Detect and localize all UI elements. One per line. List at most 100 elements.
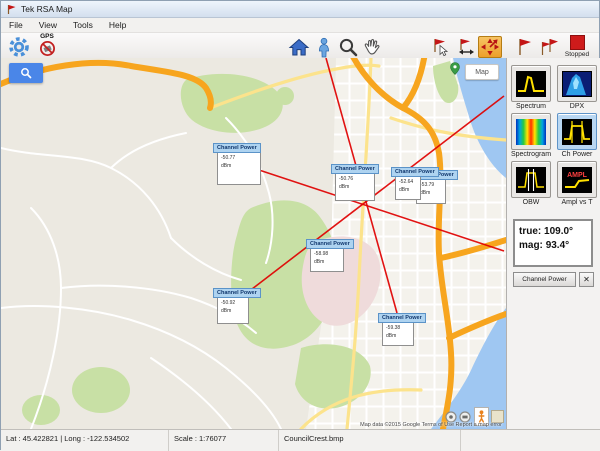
status-filename: CouncilCrest.bmp [279,430,461,451]
marker-body: -50.92 dBm [217,297,249,324]
ch-power-icon [562,119,592,145]
close-icon[interactable]: ✕ [579,272,594,287]
marker-title[interactable]: Channel Power [213,143,261,153]
menu-file[interactable]: File [1,18,31,32]
measurement-button-spectrum[interactable] [511,65,551,102]
gps-toggle-button[interactable]: GPS [33,33,61,60]
marker-unit: dBm [314,259,343,267]
marker-unit: dBm [399,187,420,195]
dpx-icon [562,71,592,97]
pan-tool-button[interactable] [360,36,384,58]
stopped-label: Stopped [565,51,589,58]
marker-title[interactable]: Channel Power [213,288,261,298]
gps-label: GPS [40,33,54,40]
marker-value: -50.76 [339,176,374,184]
status-bar: Lat : 45.422821 | Long : -122.534502 Sca… [1,429,600,451]
menu-help[interactable]: Help [101,18,134,32]
map-search-button[interactable] [9,63,43,83]
title-bar[interactable]: Tek RSA Map [1,1,599,18]
mag-bearing-label: mag: [519,240,543,251]
spectrogram-icon [516,119,546,145]
true-bearing-value: 109.0° [544,226,573,237]
stop-square-icon [570,35,585,50]
person-icon [314,37,334,58]
marker-title[interactable]: Channel Power [331,164,379,174]
marker-body: -59.38 dBm [382,322,414,346]
app-flag-icon [6,4,17,15]
marker-value: -50.92 [221,300,248,308]
marker-title[interactable]: Channel Power [391,167,439,177]
map-view[interactable]: Channel Power -50.77 dBm Channel Power -… [1,58,506,429]
map-attribution[interactable]: Map data ©2015 Google Terms of Use Repor… [360,422,502,428]
hand-icon [361,37,383,58]
home-view-button[interactable] [287,36,311,58]
menu-tools[interactable]: Tools [65,18,101,32]
zoom-tool-button[interactable] [336,36,360,58]
marker-value: -58.98 [314,251,343,259]
marker-value: -52.64 [399,179,420,187]
tilt-control-icon[interactable] [459,411,471,423]
spectrum-icon [516,71,546,97]
menu-bar: File View Tools Help [1,18,599,33]
bearing-readout: true: 109.0° mag: 93.4° [513,219,593,267]
marker-body: -50.76 dBm [335,173,375,201]
status-spacer [461,430,600,451]
measurement-tab-row: Channel Power ✕ [513,272,600,287]
gps-disabled-icon [39,40,56,57]
measurement-button-obw[interactable] [511,161,551,198]
menu-view[interactable]: View [31,18,65,32]
rotate-control-icon[interactable] [445,411,457,423]
window-title: Tek RSA Map [21,4,73,14]
marker-value: -59.38 [386,325,413,333]
mag-bearing-value: 93.4° [546,240,569,251]
measurement-button-spectrogram[interactable] [511,113,551,150]
marker-value: -53.79 [420,182,445,190]
flag-move-icon [479,37,501,57]
measurement-label: Ch Power [562,151,593,158]
ampl-vs-t-icon: AMPL [562,167,592,193]
home-icon [288,37,310,57]
add-flag-button[interactable] [513,36,537,58]
acquisition-stop-button[interactable]: Stopped [557,35,597,58]
measurement-label: OBW [523,199,540,206]
measurement-panel: Spectrum DPX Spectrogram [506,58,600,429]
marker-unit: dBm [221,308,248,316]
obw-icon [516,167,546,193]
flag-resize-icon [456,37,476,57]
svg-text:AMPL: AMPL [567,172,588,179]
measurement-label: DPX [570,103,584,110]
poi-marker-icon [450,62,460,80]
channel-power-tab[interactable]: Channel Power [513,272,576,287]
settings-gear-button[interactable] [7,36,31,58]
toolbar: GPS [1,33,599,61]
measurement-button-ampl-vs-t[interactable]: AMPL [557,161,597,198]
flag-move-tool-button-selected[interactable] [478,36,502,58]
map-type-button[interactable]: Map [465,64,499,80]
status-lat-long: Lat : 45.422821 | Long : -122.534502 [1,430,169,451]
magnifier-icon [338,37,359,58]
marker-unit: dBm [386,333,413,341]
measurement-label: Spectrum [516,103,546,110]
single-flag-icon [515,37,535,57]
marker-body: -58.98 dBm [310,248,344,272]
measurement-label: Ampl vs T [562,199,593,206]
true-bearing-label: true: [519,226,541,237]
marker-body: -50.77 dBm [217,152,261,185]
measurement-label: Spectrogram [511,151,551,158]
measurement-button-dpx[interactable] [557,65,597,102]
app-window: Tek RSA Map File View Tools Help GPS [0,0,600,450]
person-view-button[interactable] [312,36,336,58]
measurement-button-ch-power-selected[interactable] [557,113,597,150]
gear-icon [8,36,30,58]
flag-select-tool-button[interactable] [429,36,453,58]
marker-title[interactable]: Channel Power [306,239,354,249]
search-icon [20,67,32,79]
marker-body: -52.64 dBm [395,176,421,200]
marker-value: -50.77 [221,155,260,163]
measurement-grid: Spectrum DPX Spectrogram [507,65,600,208]
flag-resize-tool-button[interactable] [454,36,478,58]
marker-unit: dBm [420,190,445,198]
marker-title[interactable]: Channel Power [378,313,426,323]
marker-unit: dBm [221,163,260,171]
flag-cursor-icon [431,37,451,57]
